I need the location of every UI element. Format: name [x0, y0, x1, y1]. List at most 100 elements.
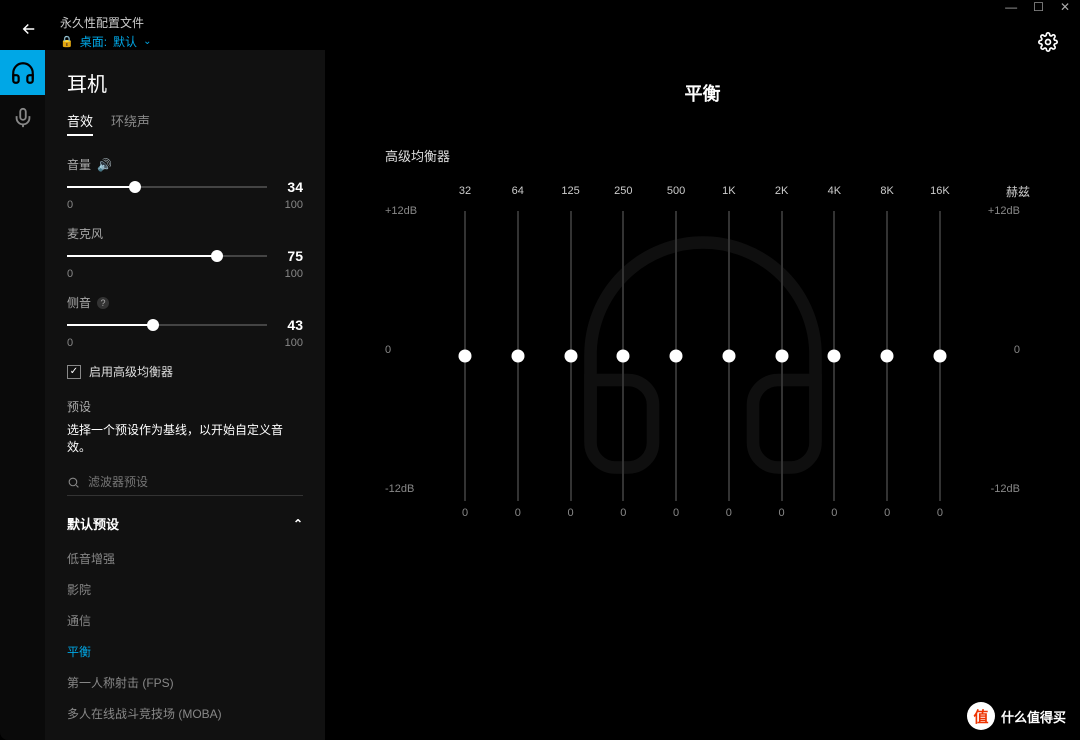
mic-slider[interactable] — [67, 255, 267, 257]
eq-band-value: 0 — [673, 507, 679, 525]
eq-freq-label: 250 — [614, 185, 632, 205]
preset-search-input[interactable] — [88, 475, 303, 489]
preset-item[interactable]: 低音增强 — [67, 543, 303, 574]
volume-icon: 🔊 — [97, 158, 112, 172]
tab-audio[interactable]: 音效 — [67, 111, 93, 136]
eq-band: 8K 0 — [867, 185, 907, 525]
eq-band-slider[interactable] — [728, 211, 730, 501]
eq-band-value: 0 — [567, 507, 573, 525]
help-icon[interactable]: ? — [97, 297, 109, 309]
profile-name: 默认 — [113, 33, 137, 50]
eq-band: 4K 0 — [814, 185, 854, 525]
search-icon — [67, 476, 80, 489]
eq-freq-label: 2K — [775, 185, 788, 205]
icon-sidebar — [0, 50, 45, 740]
window-maximize[interactable]: ☐ — [1033, 0, 1044, 14]
preset-item[interactable]: 通信 — [67, 605, 303, 636]
lock-icon: 🔒 — [60, 35, 74, 48]
main-title: 平衡 — [375, 80, 1030, 106]
eq-band-value: 0 — [726, 507, 732, 525]
preset-item[interactable]: 多人在线战斗竞技场 (MOBA) — [67, 698, 303, 729]
mic-tab-icon[interactable] — [0, 95, 45, 140]
volume-value: 34 — [277, 179, 303, 195]
eq-section-label: 高级均衡器 — [385, 146, 1030, 165]
sidebar-title: 耳机 — [67, 68, 303, 97]
sidebar: 耳机 音效 环绕声 音量 🔊 34 0 100 麦克风 — [45, 50, 325, 740]
preset-item[interactable]: 影院 — [67, 574, 303, 605]
eq-band-value: 0 — [515, 507, 521, 525]
eq-band-value: 0 — [831, 507, 837, 525]
chevron-down-icon: ⌄ — [143, 36, 151, 47]
profile-prefix: 桌面: — [80, 33, 107, 50]
volume-max: 100 — [285, 199, 303, 211]
sidetone-max: 100 — [285, 337, 303, 349]
profile-selector[interactable]: 🔒 桌面: 默认 ⌄ — [60, 33, 151, 50]
eq-bands: 赫兹 32 064 0125 0250 0500 01K 02K 04K 08K… — [435, 185, 970, 525]
eq-band-slider[interactable] — [570, 211, 572, 501]
mic-label: 麦克风 — [67, 225, 103, 242]
back-button[interactable] — [20, 20, 38, 44]
sidetone-label: 侧音 — [67, 294, 91, 311]
presets-section-sub: 选择一个预设作为基线，以开始自定义音效。 — [67, 421, 303, 455]
eq-band-slider[interactable] — [833, 211, 835, 501]
main-panel: 平衡 高级均衡器 +12dB0-12dB 赫兹 32 064 0125 0250… — [325, 50, 1080, 740]
eq-band-slider[interactable] — [464, 211, 466, 501]
headphones-tab-icon[interactable] — [0, 50, 45, 95]
mic-value: 75 — [277, 248, 303, 264]
watermark: 值 什么值得买 — [967, 702, 1066, 730]
eq-scale-right: +12dB0-12dB — [970, 185, 1020, 525]
default-presets-header[interactable]: 默认预设 ⌃ — [67, 514, 303, 533]
mic-max: 100 — [285, 268, 303, 280]
presets-section-label: 预设 — [67, 398, 303, 415]
eq-band-value: 0 — [462, 507, 468, 525]
eq-band: 16K 0 — [920, 185, 960, 525]
preset-item[interactable]: 第一人称射击 (FPS) — [67, 667, 303, 698]
eq-freq-label: 4K — [828, 185, 841, 205]
header: 永久性配置文件 🔒 桌面: 默认 ⌄ — [0, 14, 1080, 50]
eq-freq-label: 8K — [880, 185, 893, 205]
preset-search[interactable] — [67, 469, 303, 496]
eq-freq-label: 1K — [722, 185, 735, 205]
watermark-icon: 值 — [967, 702, 995, 730]
sidetone-slider[interactable] — [67, 324, 267, 326]
window-minimize[interactable]: — — [1005, 0, 1017, 14]
eq-band-slider[interactable] — [517, 211, 519, 501]
enable-eq-checkbox[interactable]: ✓ — [67, 365, 81, 379]
eq-band: 1K 0 — [709, 185, 749, 525]
eq-freq-label: 16K — [930, 185, 950, 205]
preset-item[interactable]: 平衡 — [67, 636, 303, 667]
mic-slider-group: 麦克风 75 0 100 — [67, 225, 303, 280]
eq-band-slider[interactable] — [781, 211, 783, 501]
hz-label: 赫兹 — [1006, 183, 1030, 200]
header-subtitle: 永久性配置文件 — [60, 14, 151, 31]
sidetone-min: 0 — [67, 337, 73, 349]
volume-slider[interactable] — [67, 186, 267, 188]
eq-band: 125 0 — [551, 185, 591, 525]
mic-min: 0 — [67, 268, 73, 280]
eq-band-slider[interactable] — [622, 211, 624, 501]
enable-eq-label: 启用高级均衡器 — [89, 363, 173, 380]
watermark-text: 什么值得买 — [1001, 707, 1066, 726]
tab-surround[interactable]: 环绕声 — [111, 111, 150, 136]
eq-band-value: 0 — [620, 507, 626, 525]
eq-band-slider[interactable] — [886, 211, 888, 501]
eq-band-slider[interactable] — [939, 211, 941, 501]
eq-band: 250 0 — [603, 185, 643, 525]
eq-freq-label: 125 — [561, 185, 579, 205]
eq-freq-label: 500 — [667, 185, 685, 205]
eq-freq-label: 64 — [512, 185, 524, 205]
window-titlebar: — ☐ ✕ — [0, 0, 1080, 14]
volume-label: 音量 — [67, 156, 91, 173]
eq-band-slider[interactable] — [675, 211, 677, 501]
chevron-up-icon: ⌃ — [293, 517, 303, 531]
eq-scale-left: +12dB0-12dB — [385, 185, 435, 525]
eq-band: 2K 0 — [762, 185, 802, 525]
eq-band-value: 0 — [884, 507, 890, 525]
eq-band: 64 0 — [498, 185, 538, 525]
eq-band-value: 0 — [937, 507, 943, 525]
window-close[interactable]: ✕ — [1060, 0, 1070, 14]
sidetone-value: 43 — [277, 317, 303, 333]
volume-min: 0 — [67, 199, 73, 211]
default-presets-label: 默认预设 — [67, 514, 119, 533]
sidetone-slider-group: 侧音? 43 0 100 — [67, 294, 303, 349]
